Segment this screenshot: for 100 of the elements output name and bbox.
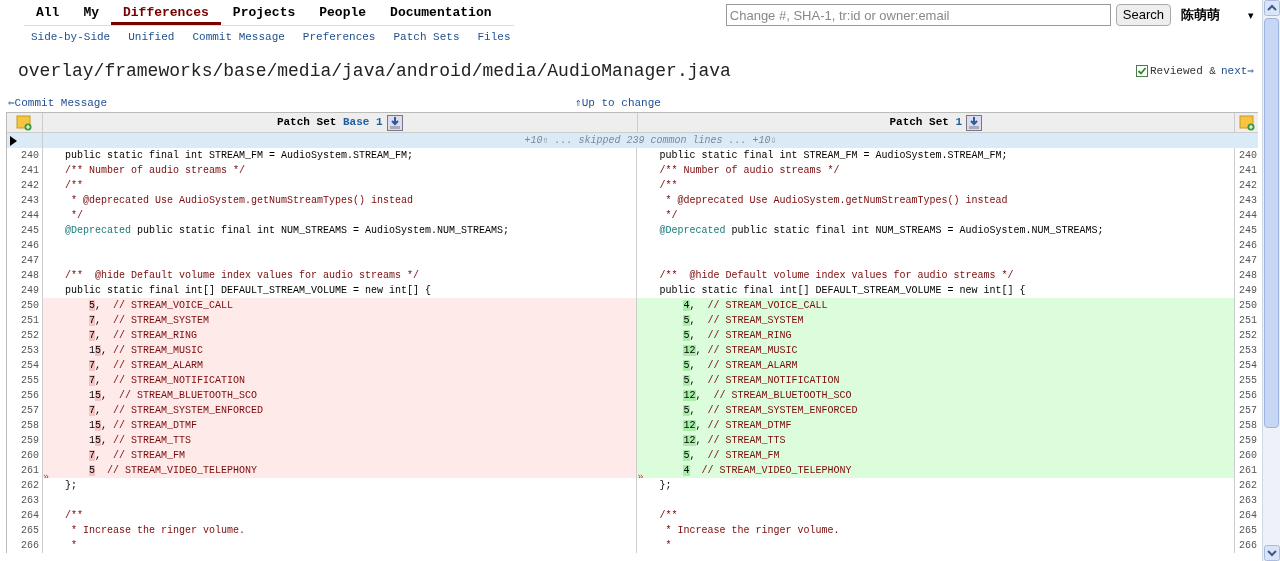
- code-line: public static final int[] DEFAULT_STREAM_VOLUME = new int[] {: [64, 284, 432, 298]
- code-line: 15, // STREAM_TTS: [87, 434, 192, 448]
- code-line: 5, // STREAM_RING: [682, 329, 792, 343]
- line-number: 264: [1234, 508, 1258, 523]
- line-number: 257: [1234, 403, 1258, 418]
- code-line: */: [664, 209, 678, 223]
- line-number: 260: [7, 448, 43, 463]
- code-line: *: [664, 539, 672, 553]
- line-number: 263: [1234, 493, 1258, 508]
- line-number: 247: [1234, 253, 1258, 268]
- line-number: 245: [7, 223, 43, 238]
- back-link[interactable]: ⇐Commit Message: [8, 95, 108, 112]
- line-number: 250: [1234, 298, 1258, 313]
- line-number: 260: [1234, 448, 1258, 463]
- nav-tab[interactable]: People: [307, 3, 379, 25]
- code-line: * @deprecated Use AudioSystem.getNumStreamTypes() instead: [664, 194, 1008, 208]
- scroll-up-icon[interactable]: [1263, 0, 1280, 16]
- search-button[interactable]: Search: [1115, 4, 1171, 26]
- line-number: 246: [1234, 238, 1258, 253]
- subnav-link[interactable]: Patch Sets: [393, 28, 460, 46]
- line-number: 246: [7, 238, 43, 253]
- search-field[interactable]: Change #, SHA-1, tr:id or owner:email: [725, 4, 1111, 26]
- line-number: 252: [7, 328, 43, 343]
- download-icon[interactable]: [386, 114, 403, 131]
- nav-tab[interactable]: Differences: [111, 3, 221, 25]
- line-number: 251: [7, 313, 43, 328]
- line-number: 262: [7, 478, 43, 493]
- subnav-link[interactable]: Files: [477, 28, 511, 46]
- code-line: 15, // STREAM_DTMF: [87, 419, 198, 433]
- code-line: 4 // STREAM_VIDEO_TELEPHONY: [682, 464, 852, 478]
- line-number: 265: [7, 523, 43, 538]
- nav-tab[interactable]: My: [71, 3, 111, 25]
- subnav-link[interactable]: Unified: [128, 28, 175, 46]
- code-line: 7, // STREAM_SYSTEM: [87, 314, 210, 328]
- expand-icon[interactable]: [10, 135, 17, 146]
- line-number: 245: [1234, 223, 1258, 238]
- next-link[interactable]: next⇒: [1220, 62, 1254, 80]
- code-line: 7, // STREAM_SYSTEM_ENFORCED: [87, 404, 264, 418]
- line-number: 249: [1234, 283, 1258, 298]
- code-line: 4, // STREAM_VOICE_CALL: [682, 299, 828, 313]
- code-line: };: [659, 479, 672, 493]
- line-number: 265: [1234, 523, 1258, 538]
- line-number: 242: [1234, 178, 1258, 193]
- file-path: overlay/frameworks/base/media/java/android/media/AudioManager.java: [18, 59, 731, 83]
- line-number: 252: [1234, 328, 1258, 343]
- code-line: /** @hide Default volume index values for audio streams */: [659, 269, 1014, 283]
- line-number: 266: [7, 538, 43, 553]
- patch-set-link[interactable]: 1: [955, 116, 963, 129]
- code-line: /** Number of audio streams */: [659, 164, 840, 178]
- line-number: 244: [1234, 208, 1258, 223]
- line-number: 261: [1234, 463, 1258, 478]
- user-menu-caret[interactable]: ▾: [1248, 4, 1254, 26]
- line-number: 259: [1234, 433, 1258, 448]
- patch-set-link[interactable]: Base 1: [342, 116, 383, 129]
- line-number: 258: [7, 418, 43, 433]
- up-link[interactable]: ⇑Up to change: [575, 95, 661, 112]
- code-line: /** Number of audio streams */: [64, 164, 245, 178]
- line-number: 240: [1234, 148, 1258, 163]
- subnav-link[interactable]: Side-by-Side: [31, 28, 111, 46]
- line-number: 247: [7, 253, 43, 268]
- line-number: 253: [1234, 343, 1258, 358]
- line-number: 250: [7, 298, 43, 313]
- code-line: 5, // STREAM_FM: [682, 449, 780, 463]
- line-number: 243: [7, 193, 43, 208]
- nav-tab[interactable]: All: [24, 3, 72, 25]
- scroll-down-icon[interactable]: [1263, 545, 1280, 561]
- line-number: 266: [1234, 538, 1258, 553]
- nav-tab[interactable]: Projects: [220, 3, 308, 25]
- code-line: */: [69, 209, 83, 223]
- subnav-link[interactable]: Commit Message: [192, 28, 285, 46]
- scrollbar[interactable]: [1262, 0, 1280, 561]
- code-line: * Increase the ringer volume.: [69, 524, 245, 538]
- line-number: 249: [7, 283, 43, 298]
- user-name[interactable]: 陈萌萌: [1181, 4, 1220, 26]
- code-line: /**: [64, 179, 83, 193]
- line-number: 248: [7, 268, 43, 283]
- line-number: 253: [7, 343, 43, 358]
- line-number: 248: [1234, 268, 1258, 283]
- reviewed-label: Reviewed &: [1149, 63, 1216, 79]
- reviewed-checkbox[interactable]: [1135, 65, 1148, 77]
- line-number: 251: [1234, 313, 1258, 328]
- code-line: public static final int STREAM_FM = AudioSystem.STREAM_FM;: [64, 149, 414, 163]
- subnav-link[interactable]: Preferences: [302, 28, 376, 46]
- line-number: 256: [7, 388, 43, 403]
- line-number: 241: [1234, 163, 1258, 178]
- code-line: /**: [659, 509, 678, 523]
- code-line: };: [64, 479, 77, 493]
- line-number: 242: [7, 178, 43, 193]
- line-number: 261: [7, 463, 43, 478]
- code-line: 12, // STREAM_DTMF: [682, 419, 792, 433]
- line-number: 264: [7, 508, 43, 523]
- add-comment-icon[interactable]: [1238, 114, 1255, 131]
- code-line: 5, // STREAM_SYSTEM: [682, 314, 804, 328]
- line-number: 254: [1234, 358, 1258, 373]
- code-line: 12, // STREAM_BLUETOOTH_SCO: [682, 389, 852, 403]
- code-line: public static final int STREAM_FM = AudioSystem.STREAM_FM;: [659, 149, 1008, 163]
- download-icon[interactable]: [966, 114, 983, 131]
- code-line: 5, // STREAM_NOTIFICATION: [682, 374, 840, 388]
- scroll-thumb[interactable]: [1264, 18, 1279, 428]
- nav-tab[interactable]: Documentation: [378, 3, 504, 25]
